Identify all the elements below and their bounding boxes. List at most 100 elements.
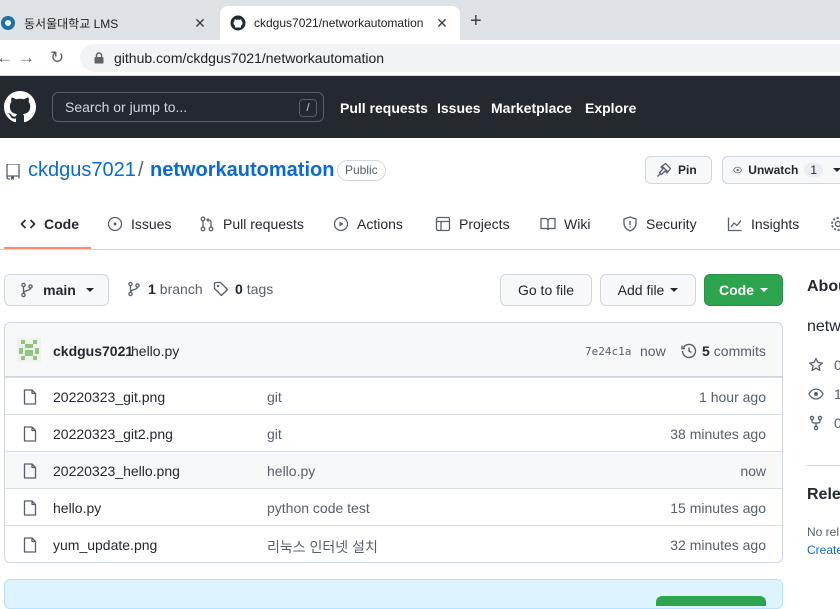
tab-label: Projects <box>459 216 510 232</box>
tab-code[interactable]: Code <box>20 216 79 232</box>
tab-issues[interactable]: Issues <box>107 216 171 232</box>
file-row[interactable]: hello.py python code test 15 minutes ago <box>5 488 782 525</box>
lms-favicon-icon <box>0 15 16 31</box>
latest-commit-bar: ckdgus7021 hello.py 7e24c1a now 5 commit… <box>5 323 782 377</box>
chevron-down-icon <box>833 168 840 172</box>
commit-sha-link[interactable]: 7e24c1a <box>585 345 631 358</box>
gear-icon <box>830 216 840 232</box>
address-bar[interactable]: github.com/ckdgus7021/networkautomation <box>80 44 840 72</box>
commit-history-link[interactable]: 5 commits <box>681 343 766 359</box>
unwatch-label: Unwatch <box>748 163 798 177</box>
add-file-button[interactable]: Add file <box>600 274 696 306</box>
tab-label: Security <box>646 216 697 232</box>
github-logo-icon[interactable] <box>4 91 36 123</box>
watch-count: 1 <box>804 163 823 177</box>
file-age: now <box>740 463 766 479</box>
fork-icon <box>808 415 824 431</box>
visibility-badge: Public <box>337 160 386 181</box>
lock-icon <box>94 52 104 64</box>
tab-label: Issues <box>131 216 171 232</box>
file-name-link[interactable]: 20220323_git2.png <box>53 426 173 442</box>
active-tab-indicator <box>4 247 91 249</box>
file-name-link[interactable]: yum_update.png <box>53 537 157 553</box>
pull-request-icon <box>199 216 215 232</box>
chevron-down-icon <box>86 288 94 292</box>
pin-icon <box>656 162 672 178</box>
branch-count: 1 <box>148 281 156 297</box>
file-row[interactable]: 20220323_hello.png hello.py now <box>5 451 782 488</box>
file-commit-message-link[interactable]: 리눅스 인터넷 설치 <box>267 537 378 557</box>
tab-projects[interactable]: Projects <box>435 216 510 232</box>
tab-wiki[interactable]: Wiki <box>540 216 590 232</box>
shield-icon <box>622 216 638 232</box>
code-icon <box>20 216 36 232</box>
commit-count-label: commits <box>714 343 766 359</box>
header-link-marketplace[interactable]: Marketplace <box>491 100 572 116</box>
browser-tab-title: 동서울대학교 LMS <box>24 15 190 32</box>
file-row[interactable]: 20220323_git.png git 1 hour ago <box>5 377 782 414</box>
file-list: ckdgus7021 hello.py 7e24c1a now 5 commit… <box>4 322 783 563</box>
header-link-pull-requests[interactable]: Pull requests <box>340 100 428 116</box>
header-link-explore[interactable]: Explore <box>585 100 636 116</box>
browser-toolbar: ← → ↻ github.com/ckdgus7021/networkautom… <box>0 40 840 76</box>
go-to-file-button[interactable]: Go to file <box>500 274 592 306</box>
unwatch-button[interactable]: Unwatch 1 <box>722 156 840 184</box>
search-shortcut-badge: / <box>299 99 317 117</box>
tab-actions[interactable]: Actions <box>333 216 403 232</box>
chevron-down-icon <box>670 288 678 292</box>
no-releases-text: No rel <box>807 525 839 539</box>
file-row[interactable]: yum_update.png 리눅스 인터넷 설치 32 minutes ago <box>5 525 782 562</box>
pin-label: Pin <box>678 163 697 177</box>
repo-path-separator: / <box>138 159 144 182</box>
tab-settings[interactable] <box>830 216 840 232</box>
commit-message-link[interactable]: hello.py <box>131 343 179 359</box>
repo-owner-link[interactable]: ckdgus7021 <box>28 159 136 182</box>
tags-link[interactable]: 0 tags <box>213 281 273 297</box>
create-release-link[interactable]: Create <box>807 543 840 557</box>
search-input[interactable]: Search or jump to... / <box>52 92 324 122</box>
avatar[interactable] <box>17 338 41 362</box>
close-tab-icon[interactable]: ✕ <box>432 15 452 32</box>
repo-name-link[interactable]: networkautomation <box>150 159 334 182</box>
file-commit-message-link[interactable]: hello.py <box>267 463 315 479</box>
branch-count-label: branch <box>160 281 203 297</box>
tab-security[interactable]: Security <box>622 216 697 232</box>
branch-select-button[interactable]: main <box>4 274 109 306</box>
commit-count: 5 <box>702 343 710 359</box>
browser-tab-lms[interactable]: 동서울대학교 LMS ✕ <box>0 6 218 40</box>
code-dropdown-button[interactable]: Code <box>704 274 783 306</box>
file-commit-message-link[interactable]: git <box>267 389 282 405</box>
forks-count[interactable]: 0 <box>834 415 840 431</box>
tab-pull-requests[interactable]: Pull requests <box>199 216 304 232</box>
tab-label: Actions <box>357 216 403 232</box>
book-icon <box>540 216 556 232</box>
forward-icon[interactable]: → <box>18 48 35 68</box>
file-age: 1 hour ago <box>699 389 766 405</box>
file-icon <box>23 426 37 442</box>
file-row[interactable]: 20220323_git2.png git 38 minutes ago <box>5 414 782 451</box>
git-branch-icon <box>126 281 142 297</box>
tab-insights[interactable]: Insights <box>727 216 799 232</box>
reload-icon[interactable]: ↻ <box>50 48 64 68</box>
repo-nav: Code Issues Pull requests Actions Projec… <box>0 200 840 250</box>
watchers-count[interactable]: 1 <box>834 386 840 402</box>
header-link-issues[interactable]: Issues <box>437 100 481 116</box>
close-tab-icon[interactable]: ✕ <box>190 15 210 32</box>
stars-count[interactable]: 0 <box>834 357 840 373</box>
new-tab-icon[interactable]: + <box>470 10 482 33</box>
file-commit-message-link[interactable]: python code test <box>267 500 370 516</box>
browser-tab-github[interactable]: ckdgus7021/networkautomation ✕ <box>220 6 460 40</box>
repo-icon <box>6 164 20 180</box>
file-name-link[interactable]: 20220323_hello.png <box>53 463 180 479</box>
file-name-link[interactable]: hello.py <box>53 500 101 516</box>
graph-icon <box>727 216 743 232</box>
browser-tab-strip: 동서울대학교 LMS ✕ ckdgus7021/networkautomatio… <box>0 0 840 40</box>
commit-author-link[interactable]: ckdgus7021 <box>53 343 133 359</box>
pin-button[interactable]: Pin <box>645 156 712 184</box>
file-name-link[interactable]: 20220323_git.png <box>53 389 165 405</box>
back-icon[interactable]: ← <box>0 48 13 68</box>
add-readme-button[interactable] <box>656 596 766 606</box>
file-commit-message-link[interactable]: git <box>267 426 282 442</box>
file-age: 38 minutes ago <box>670 426 766 442</box>
branches-link[interactable]: 1 branch <box>126 281 203 297</box>
